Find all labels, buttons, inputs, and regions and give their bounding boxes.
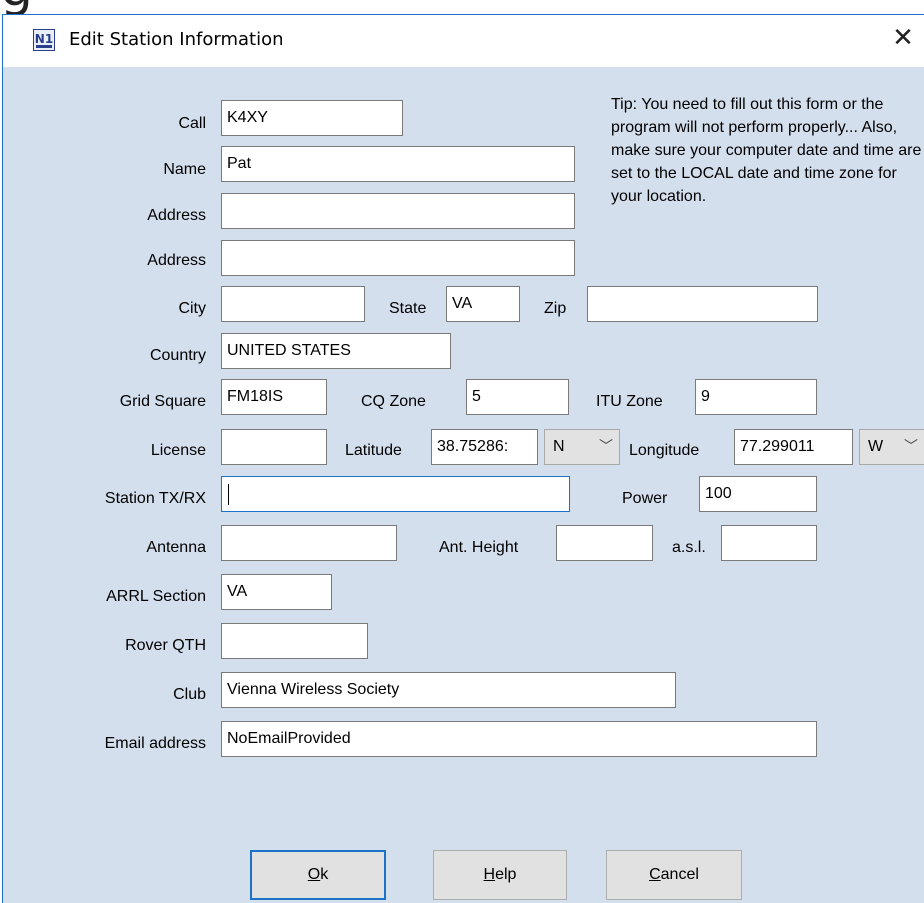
ant-height-label: Ant. Height bbox=[439, 539, 519, 556]
station-txrx-label: Station TX/RX bbox=[104, 490, 206, 507]
latitude-hemisphere-select[interactable]: N ﹀ bbox=[544, 429, 620, 465]
ok-label: k bbox=[320, 866, 329, 883]
call-label: Call bbox=[178, 115, 206, 132]
call-input[interactable]: K4XY bbox=[221, 100, 403, 136]
antenna-input[interactable] bbox=[221, 525, 397, 561]
title-bar: N1 Edit Station Information ✕ bbox=[3, 15, 924, 67]
ok-mnemonic: O bbox=[307, 866, 321, 883]
arrl-section-label: ARRL Section bbox=[106, 588, 206, 605]
longitude-input[interactable]: 77.299011 bbox=[734, 429, 853, 465]
latitude-label: Latitude bbox=[345, 442, 402, 459]
license-label: License bbox=[150, 442, 206, 459]
name-label: Name bbox=[163, 161, 206, 178]
edit-station-dialog: N1 Edit Station Information ✕ Tip: You n… bbox=[2, 14, 924, 903]
ok-button[interactable]: Ok bbox=[250, 850, 386, 900]
text-caret bbox=[228, 484, 229, 505]
club-input[interactable]: Vienna Wireless Society bbox=[221, 672, 676, 708]
chevron-down-icon: ﹀ bbox=[599, 439, 613, 455]
name-input[interactable]: Pat bbox=[221, 146, 575, 182]
asl-input[interactable] bbox=[721, 525, 817, 561]
tip-text: Tip: You need to fill out this form or t… bbox=[611, 96, 922, 205]
ant-height-input[interactable] bbox=[556, 525, 653, 561]
window-title: Edit Station Information bbox=[69, 29, 284, 50]
latitude-input[interactable]: 38.75286: bbox=[431, 429, 538, 465]
antenna-label: Antenna bbox=[146, 539, 206, 556]
help-label: elp bbox=[495, 866, 517, 883]
country-input[interactable]: UNITED STATES bbox=[221, 333, 451, 369]
cq-zone-input[interactable]: 5 bbox=[466, 379, 569, 415]
asl-label: a.s.l. bbox=[672, 539, 706, 556]
city-label: City bbox=[178, 300, 206, 317]
rover-qth-label: Rover QTH bbox=[125, 637, 206, 654]
zip-label: Zip bbox=[544, 300, 567, 317]
latitude-hemisphere-value: N bbox=[553, 438, 565, 455]
chevron-down-icon: ﹀ bbox=[904, 439, 918, 455]
station-txrx-input[interactable] bbox=[221, 476, 570, 512]
longitude-hemisphere-select[interactable]: W ﹀ bbox=[859, 429, 924, 465]
state-label: State bbox=[389, 300, 427, 317]
cancel-label: ancel bbox=[660, 866, 699, 883]
grid-square-input[interactable]: FM18IS bbox=[221, 379, 327, 415]
cancel-mnemonic: C bbox=[649, 866, 661, 883]
license-input[interactable] bbox=[221, 429, 327, 465]
grid-square-label: Grid Square bbox=[119, 393, 206, 410]
arrl-section-input[interactable]: VA bbox=[221, 574, 332, 610]
zip-input[interactable] bbox=[587, 286, 818, 322]
rover-qth-input[interactable] bbox=[221, 623, 368, 659]
address2-input[interactable] bbox=[221, 240, 575, 276]
itu-zone-label: ITU Zone bbox=[596, 393, 663, 410]
state-input[interactable]: VA bbox=[446, 286, 520, 322]
longitude-hemisphere-value: W bbox=[868, 438, 884, 455]
address2-label: Address bbox=[147, 252, 206, 269]
app-logo-icon: N1 bbox=[33, 29, 55, 51]
email-label: Email address bbox=[104, 735, 206, 752]
address1-label: Address bbox=[147, 207, 206, 224]
itu-zone-input[interactable]: 9 bbox=[695, 379, 817, 415]
email-input[interactable]: NoEmailProvided bbox=[221, 721, 817, 757]
club-label: Club bbox=[173, 686, 206, 703]
help-button[interactable]: Help bbox=[433, 850, 567, 900]
help-mnemonic: H bbox=[483, 866, 496, 883]
address1-input[interactable] bbox=[221, 193, 575, 229]
cancel-button[interactable]: Cancel bbox=[606, 850, 742, 900]
power-label: Power bbox=[622, 490, 668, 507]
city-input[interactable] bbox=[221, 286, 365, 322]
close-icon[interactable]: ✕ bbox=[888, 23, 918, 53]
country-label: Country bbox=[149, 347, 206, 364]
longitude-label: Longitude bbox=[629, 442, 700, 459]
power-input[interactable]: 100 bbox=[699, 476, 817, 512]
cq-zone-label: CQ Zone bbox=[361, 393, 426, 410]
background-text: g bbox=[0, 0, 33, 14]
